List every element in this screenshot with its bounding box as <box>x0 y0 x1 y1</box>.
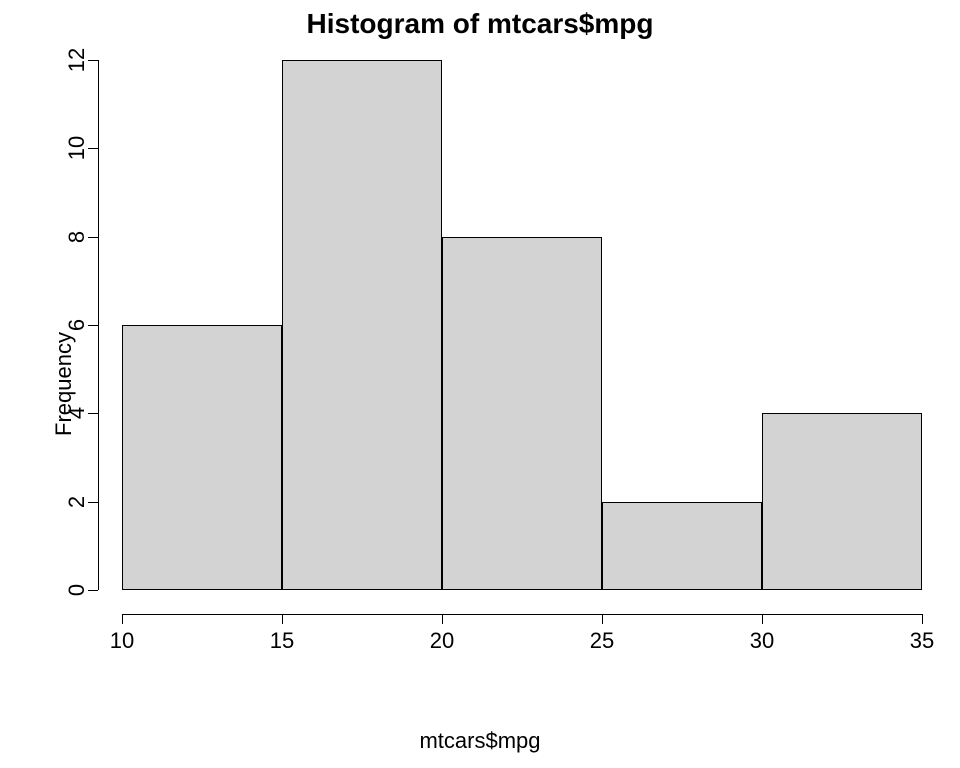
x-tick <box>282 614 283 624</box>
y-tick-label: 8 <box>64 222 90 252</box>
x-tick <box>442 614 443 624</box>
plot-area <box>122 60 922 590</box>
y-tick-label: 4 <box>64 398 90 428</box>
y-tick-label: 2 <box>64 487 90 517</box>
x-tick-label: 10 <box>110 628 134 654</box>
x-tick-label: 20 <box>430 628 454 654</box>
x-tick-label: 35 <box>910 628 934 654</box>
chart-title: Histogram of mtcars$mpg <box>0 8 960 40</box>
y-tick-label: 12 <box>64 45 90 75</box>
histogram-chart: Histogram of mtcars$mpg Frequency mtcars… <box>0 0 960 768</box>
x-axis-line <box>122 614 922 615</box>
histogram-bar <box>762 413 922 590</box>
x-tick <box>602 614 603 624</box>
x-tick-label: 30 <box>750 628 774 654</box>
histogram-bar <box>602 502 762 590</box>
histogram-bar <box>122 325 282 590</box>
y-tick-label: 0 <box>64 575 90 605</box>
x-tick-label: 25 <box>590 628 614 654</box>
y-axis-line <box>98 60 99 590</box>
x-tick <box>122 614 123 624</box>
histogram-bar <box>442 237 602 590</box>
histogram-bar <box>282 60 442 590</box>
x-tick-label: 15 <box>270 628 294 654</box>
x-axis-label: mtcars$mpg <box>0 728 960 754</box>
y-tick-label: 10 <box>64 133 90 163</box>
y-tick-label: 6 <box>64 310 90 340</box>
x-tick <box>762 614 763 624</box>
x-tick <box>922 614 923 624</box>
